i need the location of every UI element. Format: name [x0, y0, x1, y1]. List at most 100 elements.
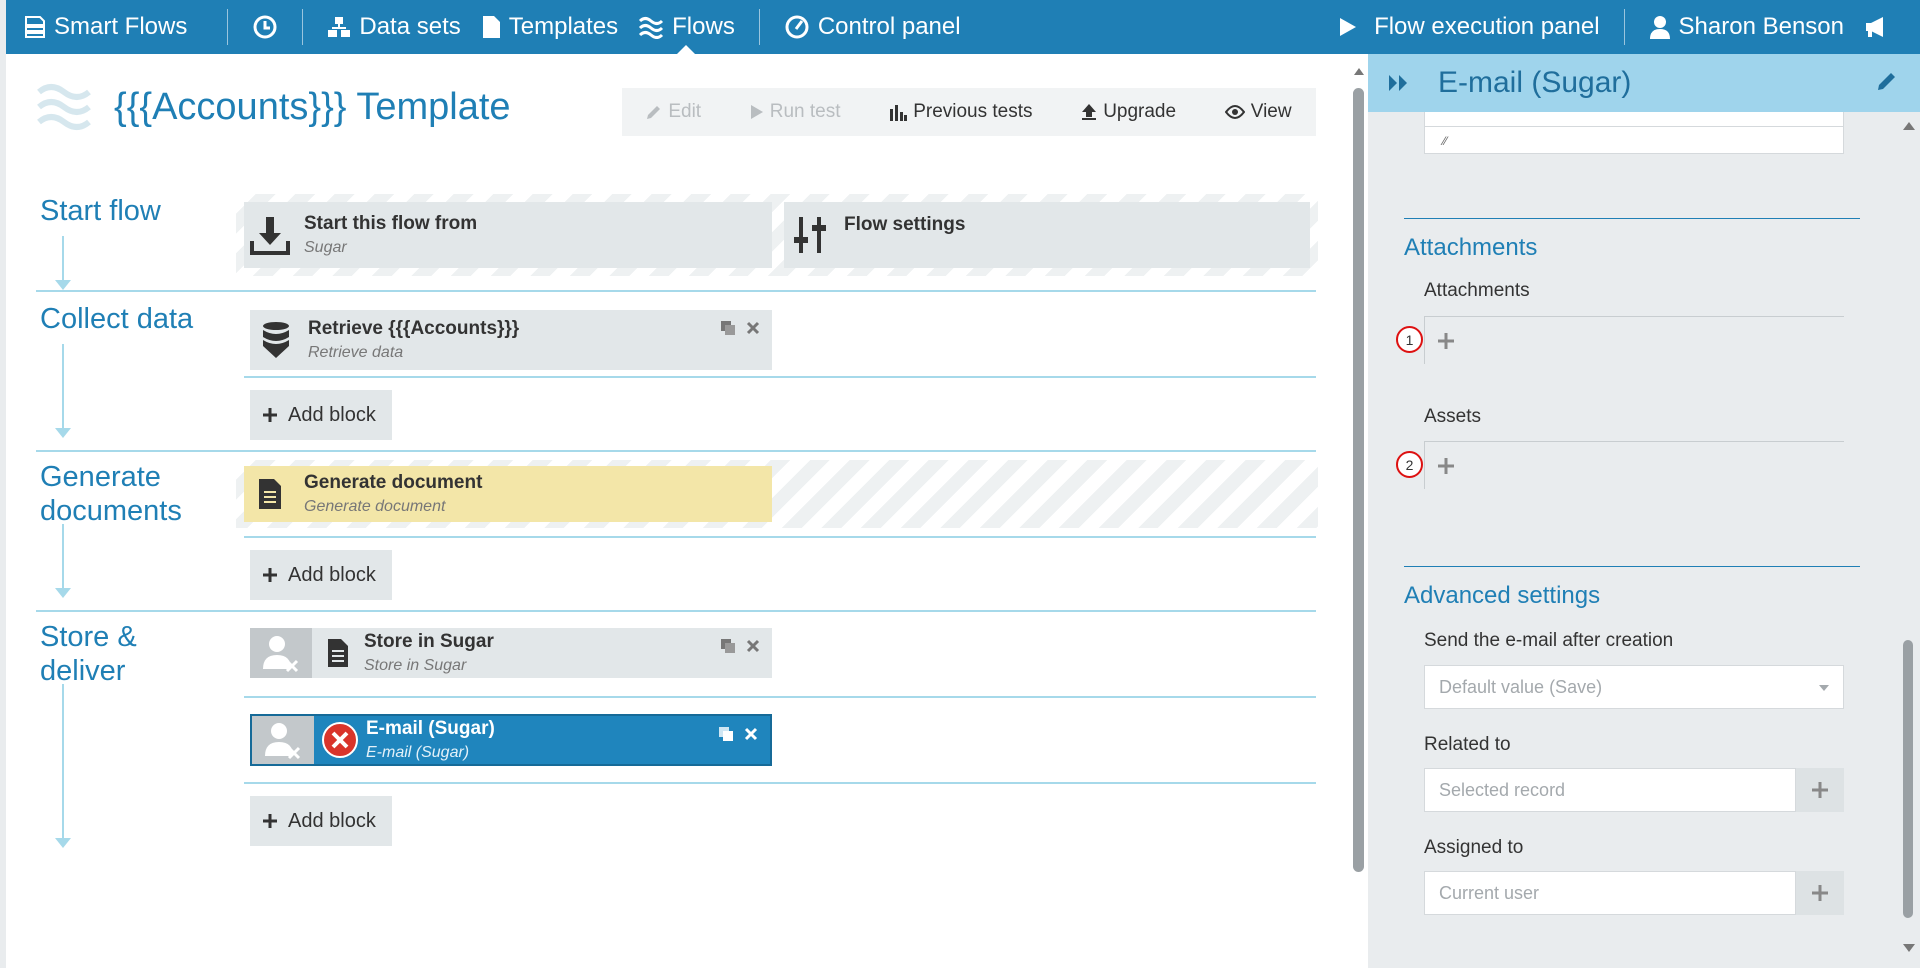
stage-divider — [36, 290, 1316, 292]
related-to-field — [1424, 768, 1844, 812]
start-flow-from-block[interactable]: Start this flow from Sugar — [244, 202, 772, 268]
collapse-panel-icon[interactable] — [1388, 74, 1410, 92]
scroll-thumb[interactable] — [1353, 88, 1364, 872]
related-to-add-button[interactable] — [1796, 768, 1844, 812]
main-scrollbar[interactable] — [1350, 54, 1368, 968]
flows-waves-icon — [37, 84, 91, 130]
block-subtitle: E-mail (Sugar) — [366, 744, 470, 761]
stage-arrow — [55, 588, 71, 598]
add-block-label: Add block — [288, 809, 376, 832]
chevron-down-icon — [1819, 685, 1829, 691]
scroll-down-arrow[interactable] — [1903, 944, 1915, 952]
plus-icon — [1812, 782, 1828, 798]
nav-flows[interactable]: Flows — [628, 0, 745, 54]
generate-document-block[interactable]: Generate document Generate document — [244, 466, 772, 522]
page-header: {{{Accounts}}} Template — [36, 80, 511, 134]
flows-waves-icon — [639, 17, 664, 39]
add-attachment-row — [1424, 316, 1844, 364]
stage-connector-line — [62, 524, 64, 590]
close-icon[interactable] — [746, 321, 760, 335]
database-icon — [263, 322, 289, 358]
block-divider — [244, 782, 1316, 784]
block-title: Flow settings — [844, 214, 966, 235]
stage-label-start-flow: Start flow — [40, 195, 161, 227]
stage-divider — [36, 610, 1316, 612]
assigned-to-field — [1424, 871, 1844, 915]
attachments-section-title: Attachments — [1404, 234, 1538, 261]
body-textarea-bottom[interactable]: ⁄⁄ — [1424, 112, 1844, 154]
side-panel-header: E-mail (Sugar) — [1368, 54, 1920, 112]
edit-button[interactable]: Edit — [646, 101, 701, 123]
error-icon — [322, 722, 358, 758]
block-title: Retrieve {{{Accounts}}} — [308, 318, 520, 339]
block-settings-panel: E-mail (Sugar) ⁄⁄ Attachments Attachment… — [1368, 54, 1920, 968]
send-after-select[interactable]: Default value (Save) — [1424, 665, 1844, 709]
flow-execution-panel-button[interactable]: Flow execution panel — [1326, 0, 1609, 54]
assigned-to-add-button[interactable] — [1796, 871, 1844, 915]
edit-label: Edit — [668, 101, 702, 122]
copy-icon[interactable] — [720, 638, 736, 654]
nav-data-sets[interactable]: Data sets — [317, 0, 470, 54]
history-button[interactable] — [242, 0, 288, 54]
previous-tests-button[interactable]: Previous tests — [889, 101, 1033, 123]
related-to-input[interactable] — [1424, 768, 1796, 812]
stage-label-collect-data: Collect data — [40, 303, 194, 335]
plus-icon — [263, 814, 277, 828]
block-subtitle: Generate document — [304, 498, 446, 515]
nav-control-panel[interactable]: Control panel — [774, 0, 971, 54]
document-icon — [259, 479, 281, 509]
nav-templates[interactable]: Templates — [471, 0, 628, 54]
copy-icon[interactable] — [720, 320, 736, 336]
upgrade-button[interactable]: Upgrade — [1081, 101, 1176, 123]
brand-link[interactable]: Smart Flows — [6, 0, 197, 54]
user-menu[interactable]: Sharon Benson — [1639, 0, 1854, 54]
pencil-icon[interactable] — [1876, 70, 1898, 92]
close-icon[interactable] — [746, 639, 760, 653]
plus-icon[interactable] — [1437, 332, 1455, 350]
attachments-label: Attachments — [1424, 280, 1530, 301]
assigned-to-input[interactable] — [1424, 871, 1796, 915]
copy-icon[interactable] — [718, 726, 734, 742]
nav-separator — [227, 9, 229, 45]
related-to-label: Related to — [1424, 734, 1511, 755]
close-icon[interactable] — [744, 727, 758, 741]
scroll-up-arrow[interactable] — [1354, 68, 1364, 75]
nav-label: Flow execution panel — [1374, 13, 1600, 40]
flow-toolbar: Edit Run test Previous tests Upgrade Vie… — [622, 88, 1316, 136]
side-panel-scrollbar[interactable] — [1902, 122, 1915, 952]
play-icon — [750, 105, 763, 119]
run-test-label: Run test — [769, 101, 841, 122]
add-block-button-generate[interactable]: Add block — [250, 550, 392, 600]
nav-right-group: Flow execution panel Sharon Benson — [1326, 0, 1920, 54]
plus-icon[interactable] — [1437, 457, 1455, 475]
run-test-button[interactable]: Run test — [750, 101, 841, 123]
store-in-sugar-block[interactable]: Store in Sugar Store in Sugar — [250, 628, 772, 678]
block-subtitle: Retrieve data — [308, 344, 404, 361]
block-divider — [244, 376, 1316, 378]
add-block-button-store[interactable]: Add block — [250, 796, 392, 846]
view-button[interactable]: View — [1224, 101, 1292, 123]
scroll-thumb[interactable] — [1903, 640, 1913, 918]
play-icon — [1340, 18, 1357, 36]
announcements-button[interactable] — [1854, 0, 1898, 54]
scroll-up-arrow[interactable] — [1903, 122, 1915, 130]
side-panel-title: E-mail (Sugar) — [1438, 66, 1632, 99]
email-sugar-block[interactable]: E-mail (Sugar) E-mail (Sugar) — [250, 714, 772, 766]
resize-grip-icon[interactable]: ⁄⁄ — [1443, 134, 1447, 148]
block-title: Start this flow from — [304, 213, 478, 234]
flow-settings-block[interactable]: Flow settings — [784, 202, 1310, 268]
add-block-button-collect[interactable]: Add block — [250, 390, 392, 440]
eye-icon — [1224, 105, 1245, 119]
block-divider — [244, 696, 1316, 698]
stage-arrow — [55, 280, 71, 290]
bar-chart-icon — [890, 105, 908, 121]
plus-icon — [1812, 885, 1828, 901]
plus-icon — [263, 568, 277, 582]
retrieve-accounts-block[interactable]: Retrieve {{{Accounts}}} Retrieve data — [250, 310, 772, 370]
add-block-label: Add block — [288, 563, 376, 586]
block-title: E-mail (Sugar) — [366, 718, 495, 739]
sitemap-icon — [328, 17, 351, 37]
stage-arrow — [55, 838, 71, 848]
user-slot — [250, 628, 312, 678]
block-subtitle: Store in Sugar — [364, 657, 467, 674]
